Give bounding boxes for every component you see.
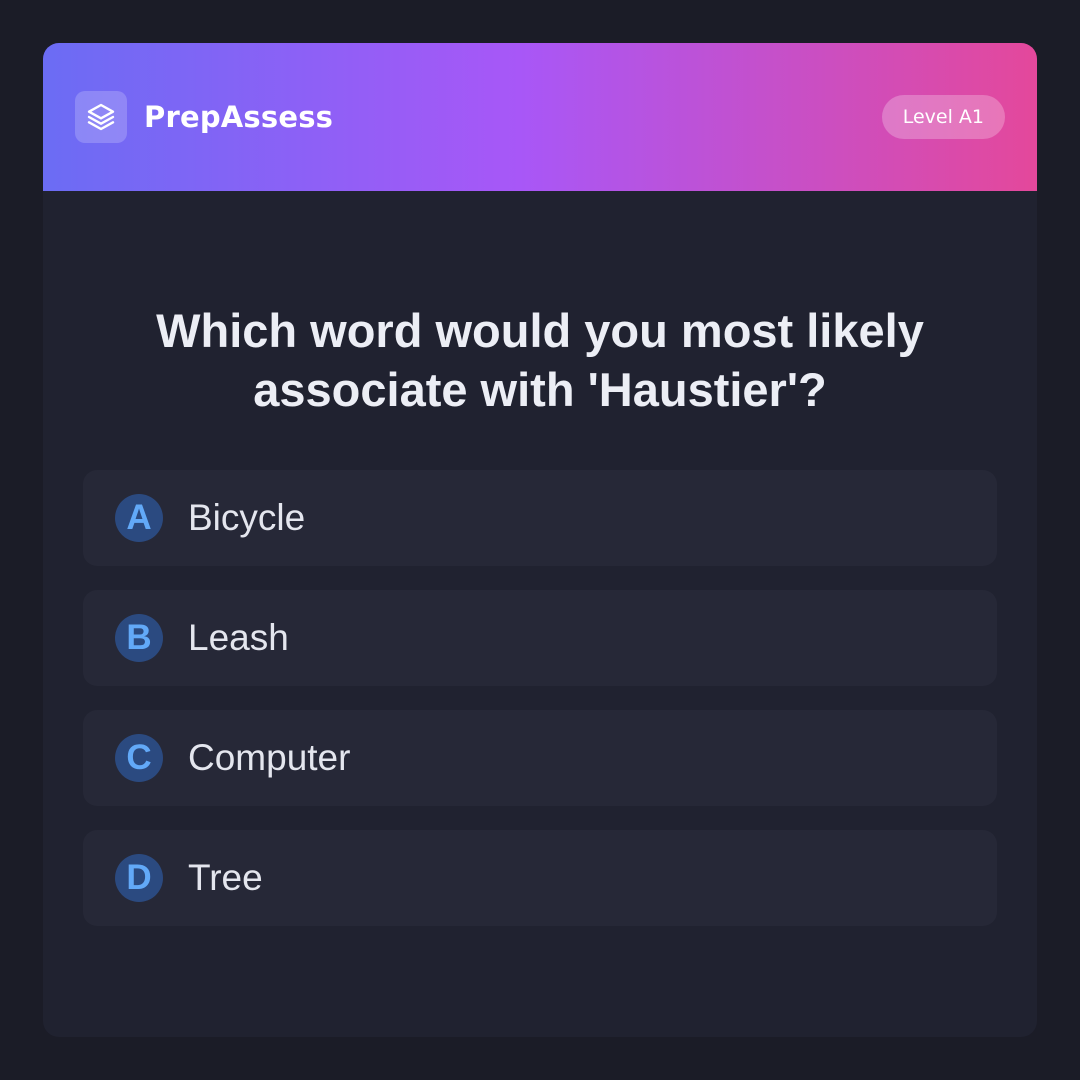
option-label: Tree bbox=[188, 857, 263, 898]
brand-name: PrepAssess bbox=[144, 100, 334, 134]
option-letter-badge: C bbox=[115, 734, 163, 782]
header-bar: PrepAssess Level A1 bbox=[43, 43, 1037, 191]
layers-icon bbox=[87, 103, 115, 131]
option-letter-badge: D bbox=[115, 854, 163, 902]
option-letter-badge: B bbox=[115, 614, 163, 662]
question-text: Which word would you most likely associa… bbox=[156, 304, 924, 416]
logo bbox=[75, 91, 127, 143]
option-label: Bicycle bbox=[188, 497, 306, 538]
level-badge: Level A1 bbox=[881, 95, 1005, 139]
option-b[interactable]: B Leash bbox=[83, 590, 997, 686]
option-a[interactable]: A Bicycle bbox=[83, 470, 997, 566]
option-letter-badge: A bbox=[115, 494, 163, 542]
option-label: Leash bbox=[188, 617, 289, 658]
option-d[interactable]: D Tree bbox=[83, 830, 997, 926]
option-label: Computer bbox=[188, 737, 351, 778]
quiz-card: PrepAssess Level A1 Which word would you… bbox=[43, 43, 1037, 1037]
answer-options: A Bicycle B Leash C Computer D Tree bbox=[83, 470, 997, 950]
option-c[interactable]: C Computer bbox=[83, 710, 997, 806]
